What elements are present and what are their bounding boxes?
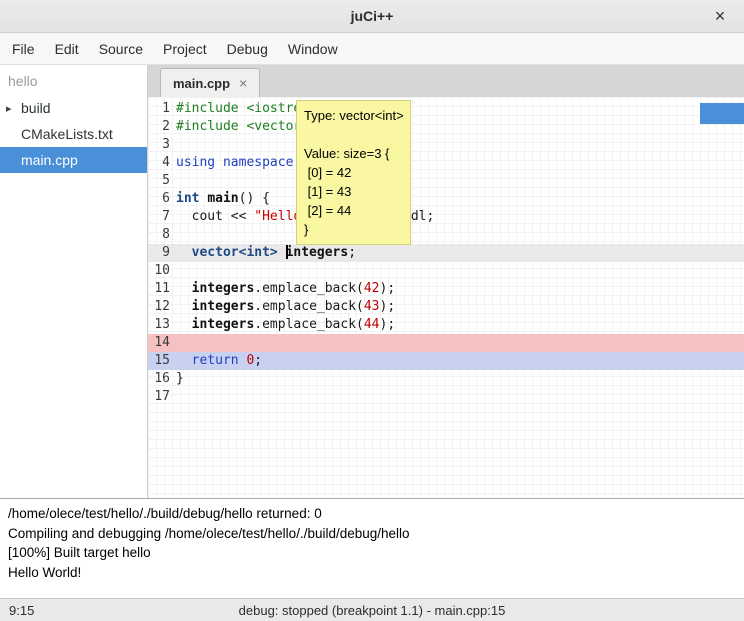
close-icon[interactable]: ×: [708, 4, 732, 28]
code-line-7[interactable]: 7 cout << "Hello World!" << endl;: [148, 208, 744, 226]
output-line: /home/olece/test/hello/./build/debug/hel…: [8, 504, 736, 524]
line-number[interactable]: 16: [148, 370, 176, 388]
expander-icon[interactable]: ▸: [6, 102, 21, 115]
code-line-4[interactable]: 4using namespace std;: [148, 154, 744, 172]
code-editor[interactable]: 1#include <iostream>2#include <vector>34…: [148, 97, 744, 498]
code-text: integers.emplace_back(43);: [176, 298, 744, 316]
menu-source[interactable]: Source: [89, 35, 153, 63]
scrollbar-thumb[interactable]: [700, 103, 744, 124]
code-text: [176, 388, 744, 406]
line-number[interactable]: 4: [148, 154, 176, 172]
status-bar: 9:15 debug: stopped (breakpoint 1.1) - m…: [0, 598, 744, 621]
code-text: integers.emplace_back(42);: [176, 280, 744, 298]
code-line-2[interactable]: 2#include <vector>: [148, 118, 744, 136]
menu-file[interactable]: File: [2, 35, 45, 63]
main-area: hello ▸build CMakeLists.txt main.cpp main.…: [0, 65, 744, 498]
code-text: int main() {: [176, 190, 744, 208]
code-text: return 0;: [176, 352, 744, 370]
tooltip-line: Type: vector<int>: [304, 106, 403, 125]
window-title: juCi++: [351, 8, 394, 24]
line-number[interactable]: 6: [148, 190, 176, 208]
output-line: [100%] Built target hello: [8, 543, 736, 563]
output-panel: /home/olece/test/hello/./build/debug/hel…: [0, 498, 744, 598]
code-line-8[interactable]: 8: [148, 226, 744, 244]
sidebar-item-label: main.cpp: [21, 152, 78, 168]
menu-window[interactable]: Window: [278, 35, 348, 63]
debug-status: debug: stopped (breakpoint 1.1) - main.c…: [0, 603, 744, 618]
output-line: Hello World!: [8, 563, 736, 583]
code-line-3[interactable]: 3: [148, 136, 744, 154]
project-name: hello: [0, 65, 147, 95]
code-text: [176, 226, 744, 244]
code-line-5[interactable]: 5: [148, 172, 744, 190]
code-text: [176, 136, 744, 154]
text-cursor: [286, 245, 288, 259]
code-line-6[interactable]: 6int main() {: [148, 190, 744, 208]
tab-main-cpp[interactable]: main.cpp ×: [160, 68, 260, 97]
code-line-10[interactable]: 10: [148, 262, 744, 280]
line-number[interactable]: 15: [148, 352, 176, 370]
title-bar: juCi++ ×: [0, 0, 744, 33]
tooltip-line: [304, 125, 403, 144]
line-number[interactable]: 14: [148, 334, 176, 352]
sidebar-item-label: build: [21, 100, 51, 116]
project-sidebar: hello ▸build CMakeLists.txt main.cpp: [0, 65, 148, 498]
menu-project[interactable]: Project: [153, 35, 217, 63]
line-number[interactable]: 1: [148, 100, 176, 118]
code-line-15[interactable]: 15 return 0;: [148, 352, 744, 370]
code-line-13[interactable]: 13 integers.emplace_back(44);: [148, 316, 744, 334]
line-number[interactable]: 2: [148, 118, 176, 136]
tab-bar: main.cpp ×: [148, 65, 744, 97]
line-number[interactable]: 9: [148, 244, 176, 262]
line-number[interactable]: 8: [148, 226, 176, 244]
menu-edit[interactable]: Edit: [45, 35, 89, 63]
code-text: cout << "Hello World!" << endl;: [176, 208, 744, 226]
tab-label: main.cpp: [173, 76, 230, 91]
code-line-1[interactable]: 1#include <iostream>: [148, 100, 744, 118]
code-text: #include <iostream>: [176, 100, 744, 118]
code-text: [176, 172, 744, 190]
output-line: Compiling and debugging /home/olece/test…: [8, 524, 736, 544]
tooltip-line: [0] = 42: [304, 163, 403, 182]
tooltip-line: Value: size=3 {: [304, 144, 403, 163]
line-number[interactable]: 11: [148, 280, 176, 298]
code-lines: 1#include <iostream>2#include <vector>34…: [148, 100, 744, 406]
line-number[interactable]: 13: [148, 316, 176, 334]
app-window: juCi++ × FileEditSourceProjectDebugWindo…: [0, 0, 744, 621]
code-text: vector<int> integers;: [176, 244, 744, 262]
tooltip-line: [1] = 43: [304, 182, 403, 201]
sidebar-item-cmakelists-txt[interactable]: CMakeLists.txt: [0, 121, 147, 147]
code-text: #include <vector>: [176, 118, 744, 136]
line-number[interactable]: 10: [148, 262, 176, 280]
tooltip-line: }: [304, 220, 403, 239]
code-line-12[interactable]: 12 integers.emplace_back(43);: [148, 298, 744, 316]
code-line-9[interactable]: 9 vector<int> integers;: [148, 244, 744, 262]
code-text: integers.emplace_back(44);: [176, 316, 744, 334]
menu-bar: FileEditSourceProjectDebugWindow: [0, 33, 744, 65]
code-text: }: [176, 370, 744, 388]
line-number[interactable]: 3: [148, 136, 176, 154]
line-number[interactable]: 5: [148, 172, 176, 190]
tooltip-line: [2] = 44: [304, 201, 403, 220]
code-line-17[interactable]: 17: [148, 388, 744, 406]
code-line-16[interactable]: 16}: [148, 370, 744, 388]
line-number[interactable]: 12: [148, 298, 176, 316]
sidebar-item-label: CMakeLists.txt: [21, 126, 113, 142]
menu-debug[interactable]: Debug: [217, 35, 278, 63]
tab-close-icon[interactable]: ×: [239, 76, 247, 90]
line-number[interactable]: 17: [148, 388, 176, 406]
code-text: [176, 334, 744, 352]
sidebar-item-build[interactable]: ▸build: [0, 95, 147, 121]
code-line-14[interactable]: 14: [148, 334, 744, 352]
debug-value-tooltip: Type: vector<int> Value: size=3 { [0] = …: [296, 100, 411, 245]
code-text: using namespace std;: [176, 154, 744, 172]
code-line-11[interactable]: 11 integers.emplace_back(42);: [148, 280, 744, 298]
editor-pane: main.cpp × 1#include <iostream>2#include…: [148, 65, 744, 498]
file-tree: ▸build CMakeLists.txt main.cpp: [0, 95, 147, 173]
sidebar-item-main-cpp[interactable]: main.cpp: [0, 147, 147, 173]
code-text: [176, 262, 744, 280]
line-number[interactable]: 7: [148, 208, 176, 226]
